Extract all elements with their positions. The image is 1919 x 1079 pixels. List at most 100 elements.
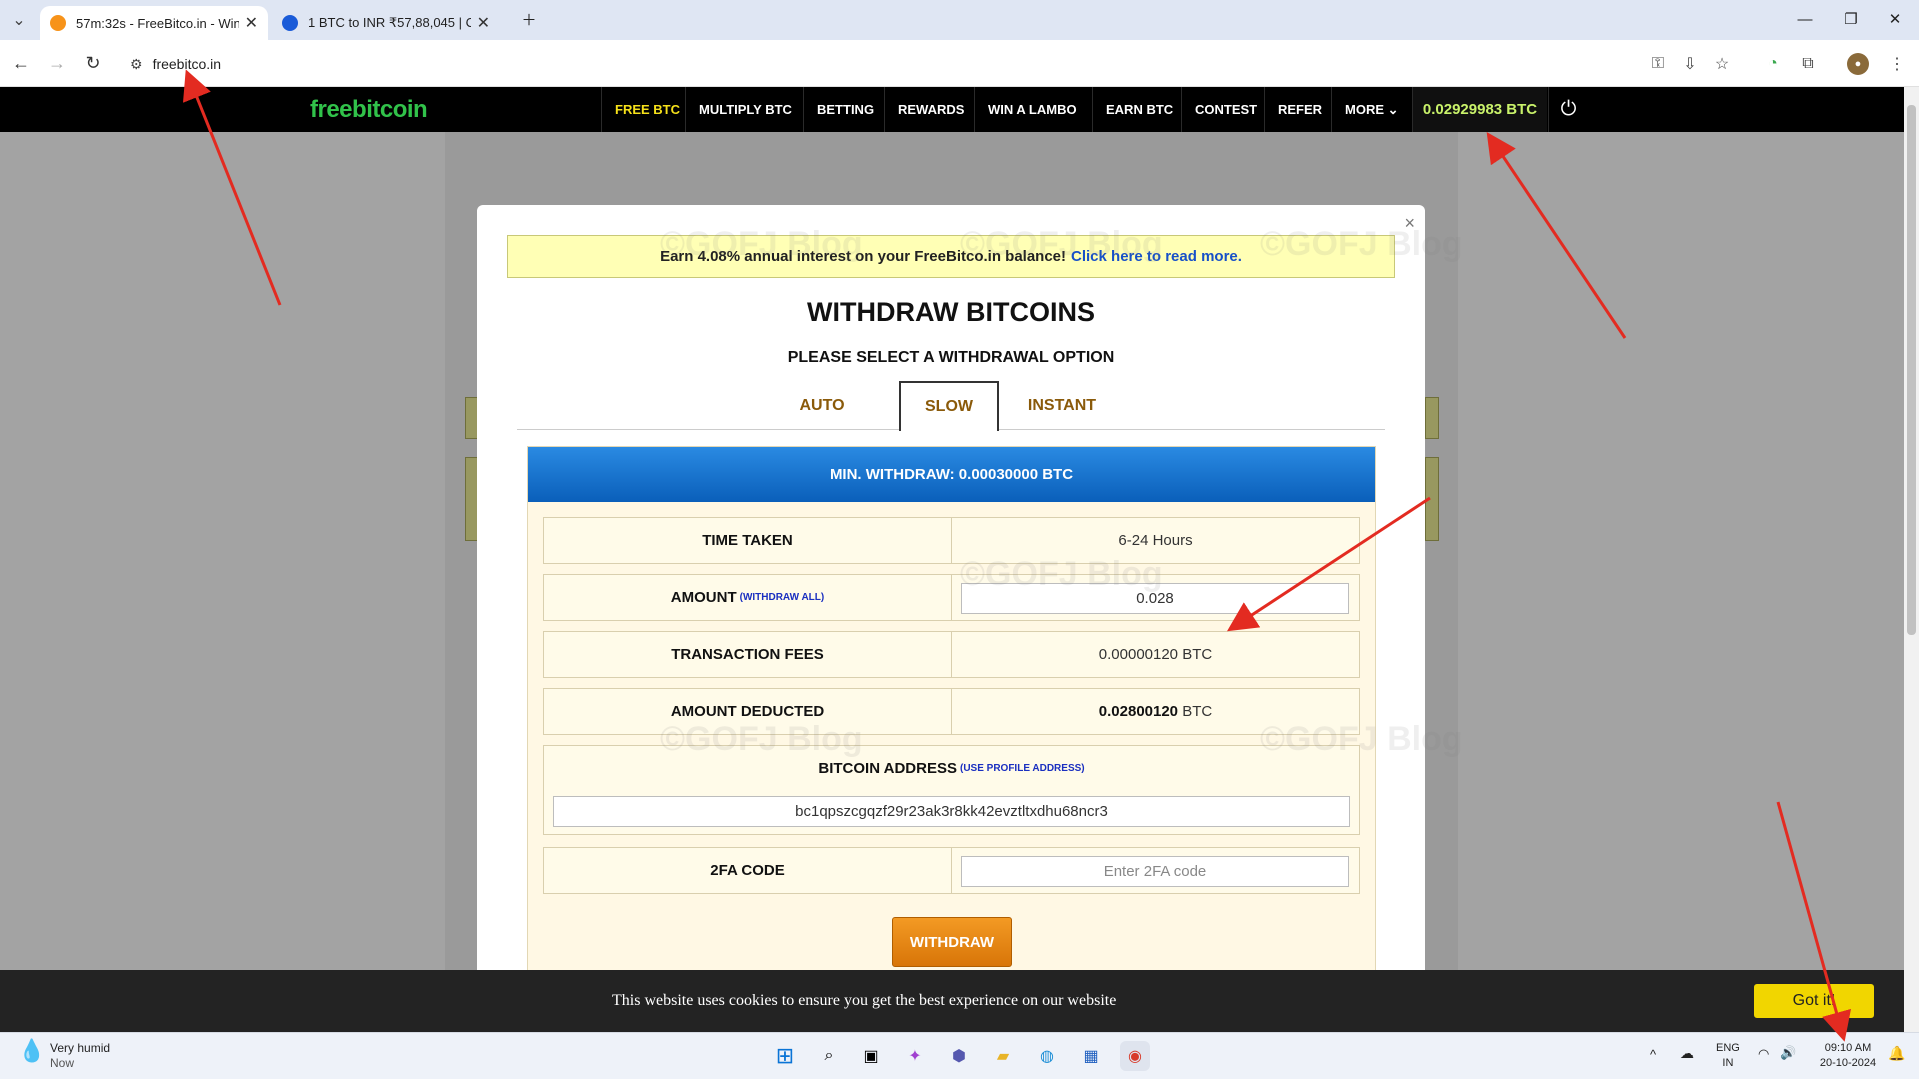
teams-icon[interactable]: ⬢ — [944, 1041, 974, 1071]
min-withdraw-bar: MIN. WITHDRAW: 0.00030000 BTC — [528, 447, 1375, 502]
twofa-row: 2FA CODE Enter 2FA code — [543, 847, 1360, 894]
amount-input[interactable]: 0.028 — [961, 583, 1349, 614]
windows-start-icon[interactable]: ⊞ — [770, 1041, 800, 1071]
volume-icon[interactable]: 🔊 — [1780, 1045, 1796, 1060]
cookie-bar: This website uses cookies to ensure you … — [0, 970, 1904, 1032]
banner-text: Earn 4.08% annual interest on your FreeB… — [660, 248, 1067, 265]
time-taken-row: TIME TAKEN 6-24 Hours — [543, 517, 1360, 564]
website-viewport: freebitcoin FREE BTC MULTIPLY BTC BETTIN… — [0, 87, 1904, 1032]
weather-sub: Now — [50, 1056, 75, 1070]
task-view-icon[interactable]: ▣ — [856, 1041, 886, 1071]
converter-favicon-icon — [282, 15, 298, 31]
amount-row: AMOUNT (WITHDRAW ALL) 0.028 — [543, 574, 1360, 621]
weather-title: Very humid — [50, 1041, 111, 1055]
tab-slow[interactable]: SLOW — [899, 381, 999, 431]
edge-icon[interactable]: ◍ — [1032, 1041, 1062, 1071]
profile-avatar[interactable]: ● — [1847, 53, 1869, 75]
cookie-text: This website uses cookies to ensure you … — [612, 992, 1117, 1009]
forward-icon[interactable]: → — [44, 50, 70, 76]
close-modal-icon[interactable]: × — [1404, 213, 1415, 234]
use-profile-address-link[interactable]: (USE PROFILE ADDRESS) — [960, 763, 1085, 774]
logo-bitcoin: bitcoin — [352, 96, 428, 123]
language-indicator[interactable]: ENG IN — [1716, 1041, 1740, 1071]
url-text[interactable]: freebitco.in — [153, 56, 221, 72]
tab-auto[interactable]: AUTO — [767, 381, 877, 430]
store-icon[interactable]: ▦ — [1076, 1041, 1106, 1071]
address-label-cell: BITCOIN ADDRESS (USE PROFILE ADDRESS) — [544, 746, 1359, 791]
tab-title: 1 BTC to INR ₹57,88,045 | Conv — [308, 15, 471, 30]
extensions-puzzle-icon[interactable]: ⧉ — [1797, 53, 1819, 75]
withdraw-button[interactable]: WITHDRAW — [892, 917, 1012, 967]
close-tab-icon[interactable]: ✕ — [245, 13, 258, 33]
banner-read-more-link[interactable]: Click here to read more. — [1071, 248, 1242, 265]
weather-widget[interactable]: 💧 Very humid Now — [18, 1038, 111, 1071]
logout-power-icon[interactable]: ⏻ — [1548, 87, 1588, 132]
tab-instant[interactable]: INSTANT — [1007, 381, 1117, 430]
tab-title: 57m:32s - FreeBitco.in - Win fre — [76, 15, 239, 31]
bitcoin-favicon-icon — [50, 15, 66, 31]
lang-top: ENG — [1716, 1042, 1740, 1054]
onedrive-icon[interactable]: ☁ — [1680, 1046, 1694, 1061]
new-tab-icon[interactable]: ＋ — [518, 8, 540, 30]
close-window-icon[interactable]: ✕ — [1884, 8, 1906, 30]
twofa-input[interactable]: Enter 2FA code — [961, 856, 1349, 887]
withdraw-all-link[interactable]: (WITHDRAW ALL) — [740, 592, 825, 603]
minimize-icon[interactable]: — — [1794, 8, 1816, 30]
nav-earn-btc[interactable]: EARN BTC — [1092, 87, 1186, 132]
amount-label-cell: AMOUNT (WITHDRAW ALL) — [544, 575, 952, 620]
tray-overflow-icon[interactable]: ^ — [1650, 1047, 1656, 1062]
time-taken-value: 6-24 Hours — [1118, 532, 1193, 549]
extension-badge-icon[interactable]: ◔ — [1762, 53, 1784, 75]
deducted-label: AMOUNT DEDUCTED — [544, 689, 952, 734]
bookmark-star-icon[interactable]: ☆ — [1711, 53, 1733, 75]
nav-betting[interactable]: BETTING — [803, 87, 887, 132]
install-app-icon[interactable]: ⇩ — [1679, 53, 1701, 75]
nav-more[interactable]: MORE ⌄ — [1331, 87, 1412, 132]
notification-bell-icon[interactable]: 🔔 — [1888, 1046, 1905, 1061]
fees-label: TRANSACTION FEES — [544, 632, 952, 677]
site-info-icon[interactable]: ⚙ — [130, 56, 143, 73]
menu-kebab-icon[interactable]: ⋮ — [1886, 53, 1908, 75]
nav-contest[interactable]: CONTEST — [1181, 87, 1270, 132]
address-label: BITCOIN ADDRESS — [818, 760, 957, 777]
tab-search-icon[interactable]: ⌄ — [8, 9, 30, 31]
close-tab-icon[interactable]: ✕ — [477, 13, 490, 33]
nav-win-a-lambo[interactable]: WIN A LAMBO — [974, 87, 1090, 132]
password-key-icon[interactable]: ⚿ — [1647, 53, 1669, 75]
modal-title: WITHDRAW BITCOINS — [807, 297, 1095, 327]
restore-icon[interactable]: ❐ — [1840, 8, 1862, 30]
nav-rewards[interactable]: REWARDS — [884, 87, 977, 132]
interest-banner: Earn 4.08% annual interest on your FreeB… — [507, 235, 1395, 278]
browser-toolbar: ← → ↻ ⚙ freebitco.in ⚿ ⇩ ☆ ◔ ⧉ ● ⋮ — [0, 40, 1919, 87]
chrome-icon[interactable]: ◉ — [1120, 1041, 1150, 1071]
lang-bottom: IN — [1722, 1057, 1734, 1069]
browser-tab-strip: ⌄ 57m:32s - FreeBitco.in - Win fre ✕ 1 B… — [0, 0, 1919, 40]
file-explorer-icon[interactable]: ▰ — [988, 1041, 1018, 1071]
freebitcoin-logo[interactable]: freebitcoin — [310, 96, 428, 124]
nav-multiply-btc[interactable]: MULTIPLY BTC — [685, 87, 805, 132]
twofa-label: 2FA CODE — [544, 848, 952, 893]
address-row: BITCOIN ADDRESS (USE PROFILE ADDRESS) bc… — [543, 745, 1360, 835]
tab-btc-inr[interactable]: 1 BTC to INR ₹57,88,045 | Conv ✕ — [272, 6, 500, 40]
windows-taskbar: 💧 Very humid Now ⊞ ⌕ ▣ ✦ ⬢ ▰ ◍ ▦ ◉ ^ ☁ E… — [0, 1032, 1919, 1079]
bitcoin-address-input[interactable]: bc1qpszcgqzf29r23ak3r8kk42evztltxdhu68nc… — [553, 796, 1350, 827]
deducted-row: AMOUNT DEDUCTED 0.02800120 BTC — [543, 688, 1360, 735]
wifi-icon[interactable]: ◠ — [1758, 1046, 1769, 1061]
logo-free: free — [310, 96, 353, 123]
deducted-value: 0.02800120 — [1098, 703, 1179, 720]
address-bar[interactable]: ⚙ freebitco.in — [120, 46, 1820, 82]
deducted-value-cell: 0.02800120 BTC — [952, 689, 1359, 734]
reload-icon[interactable]: ↻ — [80, 50, 106, 76]
copilot-icon[interactable]: ✦ — [900, 1041, 930, 1071]
page-scrollbar-thumb[interactable] — [1907, 105, 1916, 635]
clock-time: 09:10 AM — [1824, 1042, 1872, 1054]
cookie-accept-button[interactable]: Got it! — [1754, 984, 1874, 1018]
tab-freebitcoin[interactable]: 57m:32s - FreeBitco.in - Win fre ✕ — [40, 6, 268, 40]
back-icon[interactable]: ← — [8, 50, 34, 76]
clock[interactable]: 09:10 AM 20-10-2024 — [1812, 1041, 1884, 1071]
raindrop-icon: 💧 — [18, 1038, 46, 1063]
btc-balance: 0.02929983 BTC — [1412, 87, 1547, 132]
nav-free-btc[interactable]: FREE BTC — [601, 87, 693, 132]
search-icon[interactable]: ⌕ — [814, 1041, 844, 1071]
nav-refer[interactable]: REFER — [1264, 87, 1335, 132]
